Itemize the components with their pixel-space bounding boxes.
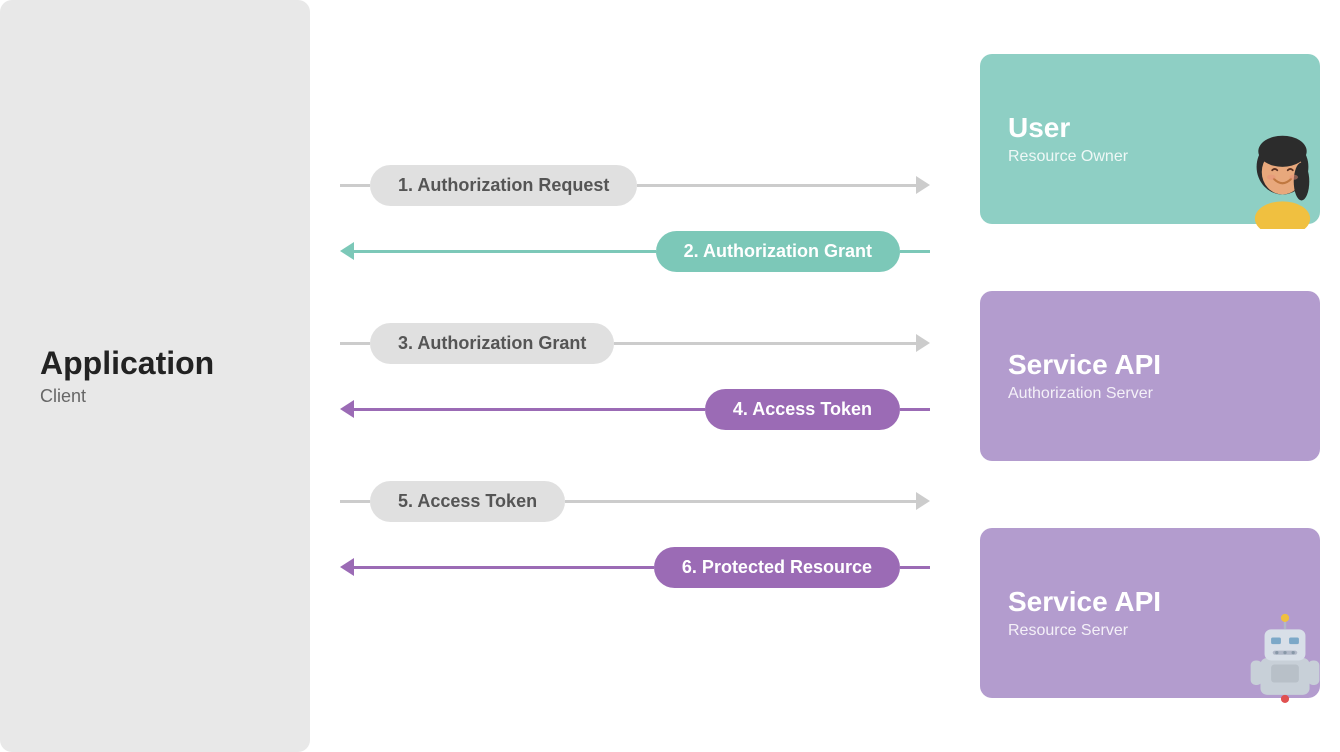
app-title: Application xyxy=(40,345,310,382)
right-segment-6 xyxy=(354,566,654,569)
right-seg-4 xyxy=(900,408,930,411)
right-segment xyxy=(637,184,916,187)
pill-auth-request: 1. Authorization Request xyxy=(370,165,637,206)
arrowhead-left xyxy=(340,242,354,260)
right-segment-5 xyxy=(565,500,916,503)
flow-section-2: 3. Authorization Grant 4. Access Token xyxy=(340,317,930,435)
arrow-auth-grant-1: 2. Authorization Grant xyxy=(340,231,930,272)
flow-section-1: 1. Authorization Request 2. Authorizatio… xyxy=(340,159,930,277)
right-area: User Resource Owner xyxy=(960,0,1340,752)
arrow-auth-grant-3: 3. Authorization Grant xyxy=(340,323,930,364)
middle-area: 1. Authorization Request 2. Authorizatio… xyxy=(310,0,960,752)
right-segment-2 xyxy=(354,250,656,253)
robot-avatar-icon xyxy=(1240,613,1330,703)
left-panel: Application Client xyxy=(0,0,310,752)
arrowhead-left-6 xyxy=(340,558,354,576)
arrow-row-6: 6. Protected Resource xyxy=(340,541,930,593)
box-auth-server: Service API Authorization Server xyxy=(980,291,1320,461)
box-auth-subtitle: Authorization Server xyxy=(1008,385,1292,403)
box-auth-title: Service API xyxy=(1008,349,1292,381)
right-segment-3 xyxy=(614,342,916,345)
arrowhead-left-4 xyxy=(340,400,354,418)
left-segment-5 xyxy=(340,500,370,503)
arrow-access-token-5: 5. Access Token xyxy=(340,481,930,522)
box-user: User Resource Owner xyxy=(980,54,1320,224)
pill-auth-grant-1: 2. Authorization Grant xyxy=(656,231,900,272)
arrow-access-token-4: 4. Access Token xyxy=(340,389,930,430)
pill-protected-resource: 6. Protected Resource xyxy=(654,547,900,588)
left-segment xyxy=(340,184,370,187)
arrowhead-right xyxy=(916,176,930,194)
pill-auth-grant-3: 3. Authorization Grant xyxy=(370,323,614,364)
arrow-row-2: 2. Authorization Grant xyxy=(340,225,930,277)
flow-section-3: 5. Access Token 6. Protected Resource xyxy=(340,475,930,593)
arrowhead-right-3 xyxy=(916,334,930,352)
right-seg-6 xyxy=(900,566,930,569)
arrow-row-4: 4. Access Token xyxy=(340,383,930,435)
arrow-row-3: 3. Authorization Grant xyxy=(340,317,930,369)
left-segment-3 xyxy=(340,342,370,345)
arrowhead-right-5 xyxy=(916,492,930,510)
arrow-row-5: 5. Access Token xyxy=(340,475,930,527)
right-seg-2 xyxy=(900,250,930,253)
pill-access-token-4: 4. Access Token xyxy=(705,389,900,430)
pill-access-token-5: 5. Access Token xyxy=(370,481,565,522)
arrow-protected-resource: 6. Protected Resource xyxy=(340,547,930,588)
diagram-container: Application Client 1. Authorization Requ… xyxy=(0,0,1340,752)
box-resource-server: Service API Resource Server xyxy=(980,528,1320,698)
app-subtitle: Client xyxy=(40,386,310,407)
arrow-row-1: 1. Authorization Request xyxy=(340,159,930,211)
person-avatar-icon xyxy=(1235,134,1330,229)
right-segment-4 xyxy=(354,408,705,411)
arrow-auth-request: 1. Authorization Request xyxy=(340,165,930,206)
